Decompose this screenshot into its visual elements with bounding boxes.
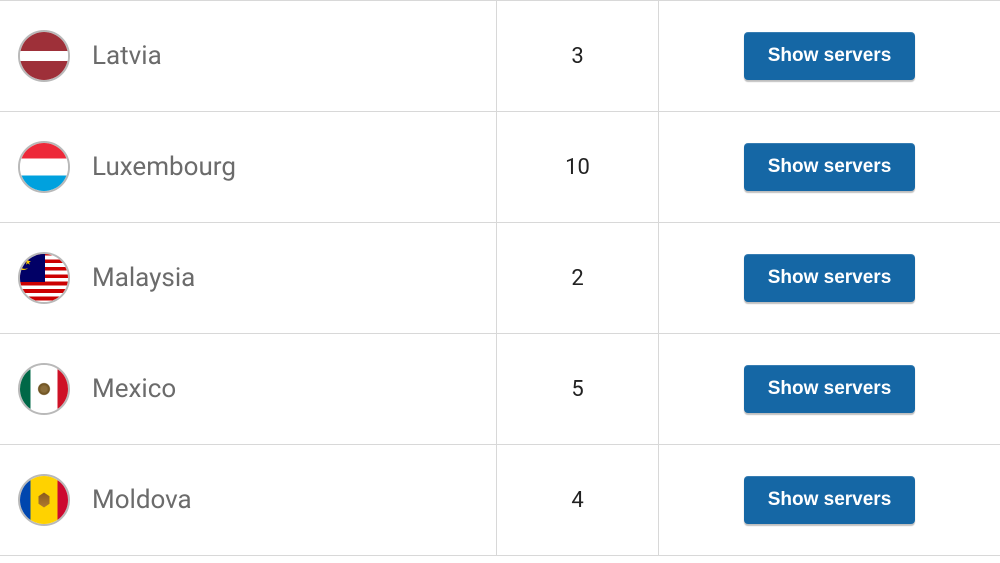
flag-icon: [18, 252, 70, 304]
table-row: Malaysia 2 Show servers: [0, 222, 1000, 333]
action-cell: Show servers: [659, 334, 1000, 444]
table-row: Moldova 4 Show servers: [0, 444, 1000, 556]
country-cell: Moldova: [0, 445, 497, 555]
show-servers-button[interactable]: Show servers: [744, 476, 916, 524]
country-cell: Latvia: [0, 1, 497, 111]
show-servers-button[interactable]: Show servers: [744, 143, 916, 191]
action-cell: Show servers: [659, 223, 1000, 333]
table-row: Mexico 5 Show servers: [0, 333, 1000, 444]
action-cell: Show servers: [659, 445, 1000, 555]
flag-icon: [18, 141, 70, 193]
country-name: Luxembourg: [92, 152, 236, 182]
action-cell: Show servers: [659, 112, 1000, 222]
country-cell: Luxembourg: [0, 112, 497, 222]
country-cell: Mexico: [0, 334, 497, 444]
table-row: Latvia 3 Show servers: [0, 0, 1000, 111]
country-name: Malaysia: [92, 263, 195, 293]
flag-icon: [18, 474, 70, 526]
table-row: Luxembourg 10 Show servers: [0, 111, 1000, 222]
country-cell: Malaysia: [0, 223, 497, 333]
server-count: 2: [497, 223, 659, 333]
server-count: 4: [497, 445, 659, 555]
country-name: Mexico: [92, 374, 176, 404]
server-count: 5: [497, 334, 659, 444]
flag-icon: [18, 30, 70, 82]
flag-icon: [18, 363, 70, 415]
action-cell: Show servers: [659, 1, 1000, 111]
server-country-table: Latvia 3 Show servers Luxembourg 10 Show…: [0, 0, 1000, 556]
show-servers-button[interactable]: Show servers: [744, 32, 916, 80]
country-name: Latvia: [92, 41, 162, 71]
show-servers-button[interactable]: Show servers: [744, 365, 916, 413]
show-servers-button[interactable]: Show servers: [744, 254, 916, 302]
server-count: 3: [497, 1, 659, 111]
country-name: Moldova: [92, 485, 192, 515]
server-count: 10: [497, 112, 659, 222]
